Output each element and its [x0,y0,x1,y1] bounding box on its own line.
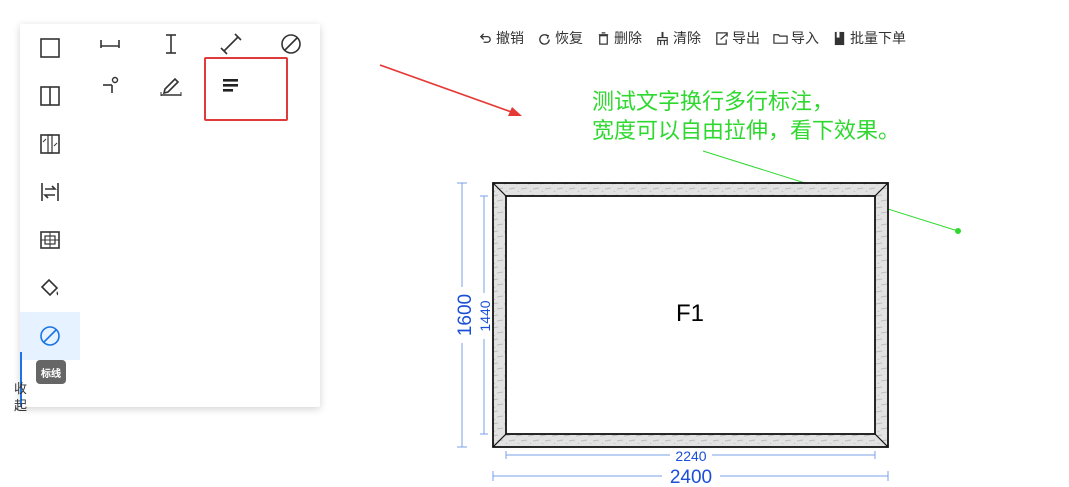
inner-width-label: 2240 [675,448,706,464]
drawing-canvas[interactable]: 1600 1440 2240 2400 [0,0,1069,487]
outer-height-dimension[interactable]: 1600 [455,182,476,448]
outer-width-label: 2400 [670,467,712,487]
inner-height-label: 1440 [477,300,493,331]
pointer-arrow-line [379,64,518,115]
inner-height-dimension[interactable]: 1440 [477,195,493,435]
pointer-arrow-head [508,107,522,116]
outer-height-label: 1600 [455,294,476,336]
window-label: F1 [676,300,705,327]
outer-width-dimension[interactable]: 2400 [492,467,889,487]
inner-width-dimension[interactable]: 2240 [505,448,876,464]
annotation-leader-dot[interactable] [955,228,961,234]
text-annotation[interactable]: 测试文字换行多行标注， 宽度可以自由拉伸，看下效果。 [592,88,900,146]
